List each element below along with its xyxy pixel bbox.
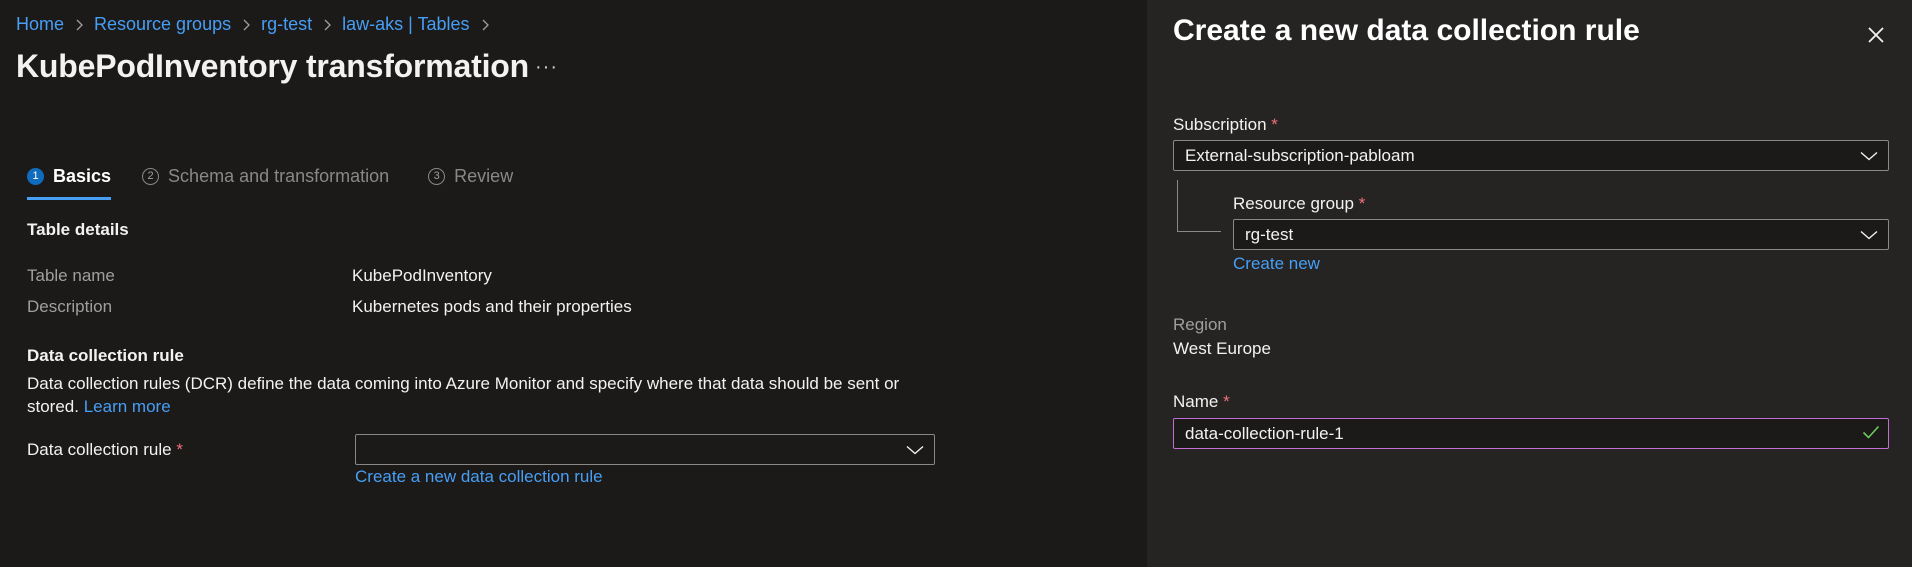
required-marker: * xyxy=(176,440,183,459)
dcr-select[interactable] xyxy=(355,434,935,465)
step-label: Basics xyxy=(53,165,112,186)
subscription-label: Subscription * xyxy=(1173,115,1278,135)
region-label: Region xyxy=(1173,315,1227,334)
close-button[interactable] xyxy=(1863,22,1889,48)
main-page: Home Resource groups rg-test law-aks | T… xyxy=(0,0,1147,567)
chevron-right-icon xyxy=(75,19,83,31)
chevron-right-icon xyxy=(481,19,489,31)
tab-basics[interactable]: 1 Basics xyxy=(27,162,112,200)
breadcrumb-rg-test[interactable]: rg-test xyxy=(261,14,312,35)
chevron-right-icon xyxy=(323,19,332,31)
resource-group-label-text: Resource group xyxy=(1233,194,1354,213)
description-value: Kubernetes pods and their properties xyxy=(352,297,632,316)
chevron-right-icon xyxy=(242,19,251,31)
step-label: Schema and transformation xyxy=(168,165,390,186)
name-label-text: Name xyxy=(1173,392,1219,411)
tab-schema-and-transformation[interactable]: 2 Schema and transformation xyxy=(142,162,389,190)
resource-group-select[interactable]: rg-test xyxy=(1233,219,1889,250)
name-input-value: data-collection-rule-1 xyxy=(1185,423,1344,443)
breadcrumb-law-aks-tables[interactable]: law-aks | Tables xyxy=(342,14,469,35)
learn-more-link[interactable]: Learn more xyxy=(84,397,171,416)
wizard-steps: 1 Basics 2 Schema and transformation 3 R… xyxy=(27,162,513,200)
dcr-heading: Data collection rule xyxy=(27,346,184,365)
close-icon xyxy=(1868,27,1884,43)
breadcrumb-resource-groups[interactable]: Resource groups xyxy=(94,14,231,35)
required-marker: * xyxy=(1271,115,1278,134)
step-number: 2 xyxy=(142,167,160,185)
tab-review[interactable]: 3 Review xyxy=(428,162,513,190)
chevron-down-icon xyxy=(906,440,924,460)
required-marker: * xyxy=(1223,392,1230,411)
name-input[interactable]: data-collection-rule-1 xyxy=(1173,418,1889,449)
region-value: West Europe xyxy=(1173,339,1271,358)
subscription-select[interactable]: External-subscription-pabloam xyxy=(1173,140,1889,171)
chevron-down-icon xyxy=(1860,225,1878,245)
hierarchy-connector xyxy=(1177,180,1221,232)
table-name-label: Table name xyxy=(27,266,115,285)
step-number: 3 xyxy=(428,167,446,185)
checkmark-icon xyxy=(1862,424,1880,444)
chevron-down-icon xyxy=(1860,146,1878,166)
step-label: Review xyxy=(454,165,514,186)
dcr-field-label-text: Data collection rule xyxy=(27,440,172,459)
breadcrumb-home[interactable]: Home xyxy=(16,14,64,35)
subscription-label-text: Subscription xyxy=(1173,115,1267,134)
dcr-description: Data collection rules (DCR) define the d… xyxy=(27,372,927,418)
required-marker: * xyxy=(1358,194,1366,213)
description-label: Description xyxy=(27,297,113,316)
page-title: KubePodInventory transformation xyxy=(16,48,529,84)
subscription-select-value: External-subscription-pabloam xyxy=(1185,145,1415,165)
create-new-dcr-link[interactable]: Create a new data collection rule xyxy=(355,467,603,487)
resource-group-select-value: rg-test xyxy=(1245,224,1294,244)
table-details-heading: Table details xyxy=(27,220,129,239)
create-new-resource-group-link[interactable]: Create new xyxy=(1233,254,1320,274)
breadcrumb: Home Resource groups rg-test law-aks | T… xyxy=(16,14,500,35)
name-label: Name * xyxy=(1173,392,1230,412)
create-dcr-panel: Create a new data collection rule Subscr… xyxy=(1147,0,1912,567)
resource-group-label: Resource group * xyxy=(1233,194,1365,214)
panel-title: Create a new data collection rule xyxy=(1173,14,1640,47)
more-options-button[interactable]: ··· xyxy=(535,56,558,79)
table-name-value: KubePodInventory xyxy=(352,266,492,285)
step-number: 1 xyxy=(27,167,44,185)
dcr-field-label: Data collection rule * xyxy=(27,440,183,460)
